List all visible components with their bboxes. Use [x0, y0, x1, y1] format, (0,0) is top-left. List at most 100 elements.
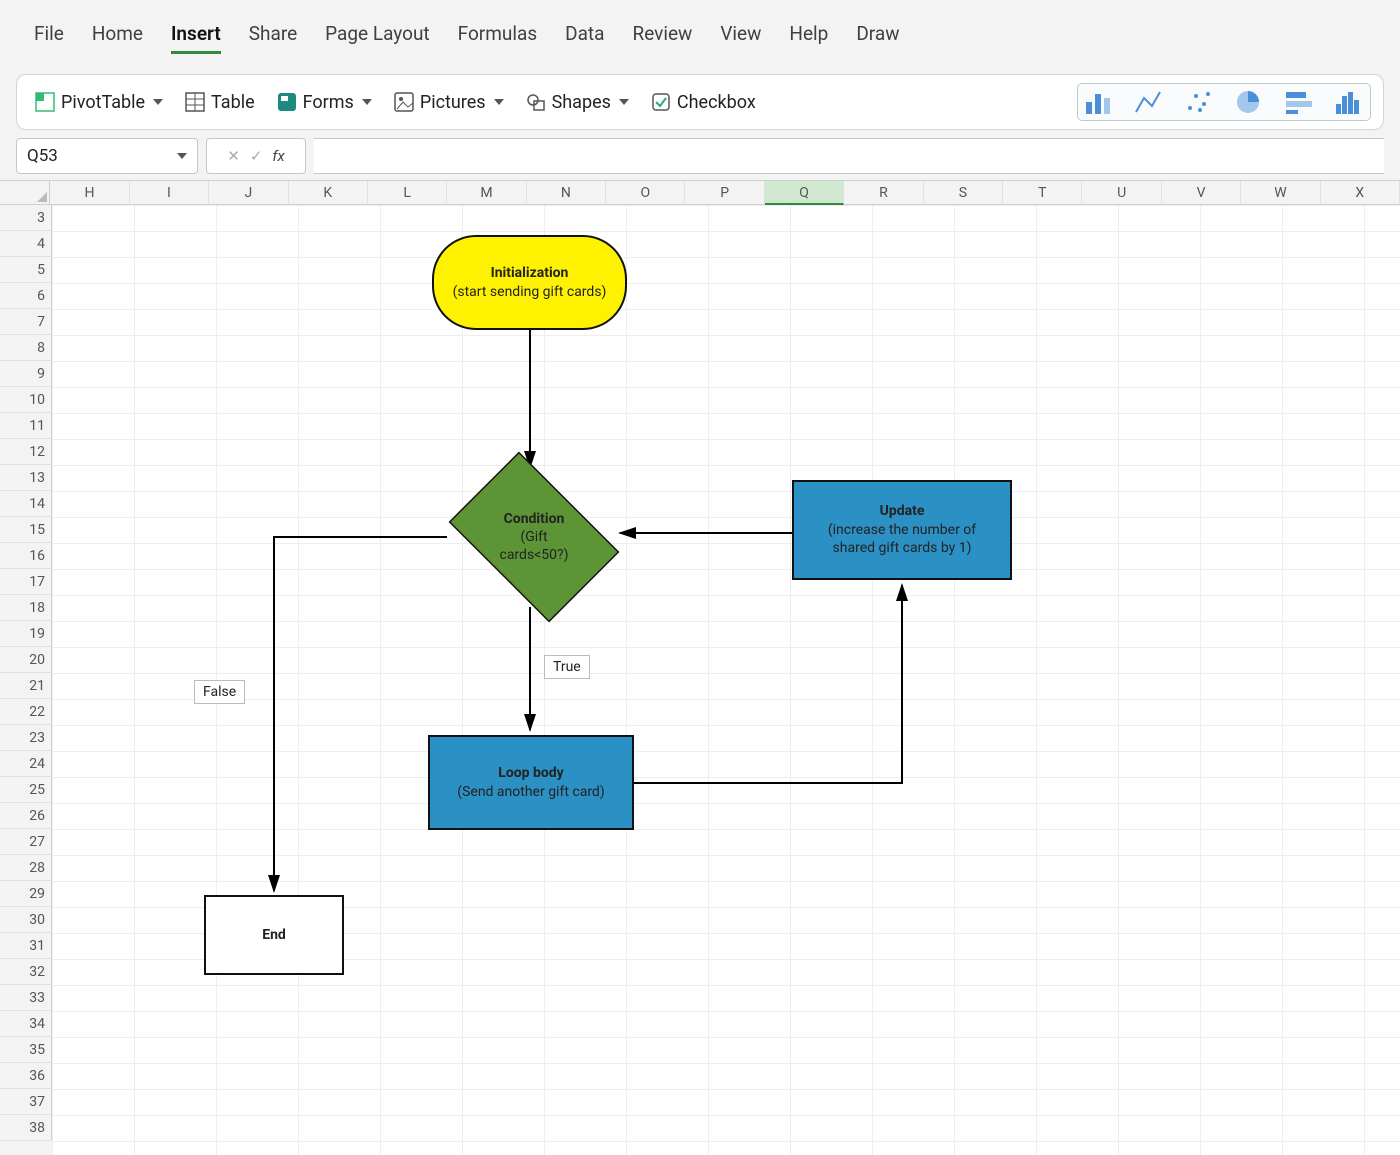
column-header-K[interactable]: K — [289, 181, 368, 205]
row-header-35[interactable]: 35 — [0, 1037, 52, 1063]
column-header-L[interactable]: L — [368, 181, 447, 205]
checkbox-icon — [651, 92, 671, 112]
menu-share[interactable]: Share — [249, 22, 297, 54]
column-header-Q[interactable]: Q — [765, 181, 844, 205]
column-header-H[interactable]: H — [50, 181, 129, 205]
row-header-28[interactable]: 28 — [0, 855, 52, 881]
row-header-21[interactable]: 21 — [0, 673, 52, 699]
menu-file[interactable]: File — [34, 22, 64, 54]
row-header-36[interactable]: 36 — [0, 1063, 52, 1089]
row-header-14[interactable]: 14 — [0, 491, 52, 517]
column-header-W[interactable]: W — [1241, 181, 1320, 205]
row-header-29[interactable]: 29 — [0, 881, 52, 907]
forms-button[interactable]: Forms — [271, 86, 378, 119]
column-header-T[interactable]: T — [1003, 181, 1082, 205]
update-sub1: (increase the number of — [828, 521, 976, 540]
menu-insert[interactable]: Insert — [171, 22, 221, 54]
table-button[interactable]: Table — [179, 86, 261, 119]
name-box[interactable]: Q53 — [16, 138, 198, 174]
row-header-32[interactable]: 32 — [0, 959, 52, 985]
menu-data[interactable]: Data — [565, 22, 604, 54]
row-header-30[interactable]: 30 — [0, 907, 52, 933]
column-header-S[interactable]: S — [924, 181, 1003, 205]
column-header-V[interactable]: V — [1162, 181, 1241, 205]
select-all-corner[interactable] — [0, 181, 50, 205]
row-header-10[interactable]: 10 — [0, 387, 52, 413]
spreadsheet-grid: HIJKLMNOPQRSTUVWX 3456789101112131415161… — [0, 180, 1400, 205]
loop-subtitle: (Send another gift card) — [457, 783, 604, 802]
row-header-12[interactable]: 12 — [0, 439, 52, 465]
row-header-11[interactable]: 11 — [0, 413, 52, 439]
row-header-8[interactable]: 8 — [0, 335, 52, 361]
flowchart-diagram[interactable]: Initialization (start sending gift cards… — [52, 205, 1152, 1155]
column-header-O[interactable]: O — [606, 181, 685, 205]
row-header-15[interactable]: 15 — [0, 517, 52, 543]
row-header-16[interactable]: 16 — [0, 543, 52, 569]
false-label[interactable]: False — [194, 680, 245, 704]
shapes-icon — [526, 92, 546, 112]
update-title: Update — [880, 502, 925, 521]
row-header-25[interactable]: 25 — [0, 777, 52, 803]
cond-sub2: cards<50?) — [499, 546, 568, 564]
true-label[interactable]: True — [544, 655, 590, 679]
flow-loop-body[interactable]: Loop body (Send another gift card) — [428, 735, 634, 830]
accept-icon[interactable]: ✓ — [250, 147, 263, 165]
row-header-37[interactable]: 37 — [0, 1089, 52, 1115]
row-header-3[interactable]: 3 — [0, 205, 52, 231]
row-header-26[interactable]: 26 — [0, 803, 52, 829]
column-headers: HIJKLMNOPQRSTUVWX — [0, 181, 1400, 205]
checkbox-button[interactable]: Checkbox — [645, 86, 762, 119]
cancel-icon[interactable]: ✕ — [227, 147, 240, 165]
row-header-7[interactable]: 7 — [0, 309, 52, 335]
column-chart-icon — [1084, 88, 1114, 116]
column-header-I[interactable]: I — [130, 181, 209, 205]
chevron-down-icon — [362, 99, 372, 105]
pivottable-button[interactable]: PivotTable — [29, 86, 169, 119]
column-header-M[interactable]: M — [447, 181, 526, 205]
row-header-5[interactable]: 5 — [0, 257, 52, 283]
column-header-U[interactable]: U — [1082, 181, 1161, 205]
flow-initialization[interactable]: Initialization (start sending gift cards… — [432, 235, 627, 330]
row-header-22[interactable]: 22 — [0, 699, 52, 725]
row-header-19[interactable]: 19 — [0, 621, 52, 647]
formula-bar: Q53 ✕ ✓ fx — [16, 138, 1384, 174]
column-header-R[interactable]: R — [844, 181, 923, 205]
column-header-P[interactable]: P — [685, 181, 764, 205]
row-header-24[interactable]: 24 — [0, 751, 52, 777]
row-header-13[interactable]: 13 — [0, 465, 52, 491]
column-header-X[interactable]: X — [1321, 181, 1400, 205]
row-header-27[interactable]: 27 — [0, 829, 52, 855]
row-header-9[interactable]: 9 — [0, 361, 52, 387]
fx-label[interactable]: fx — [272, 147, 284, 165]
name-box-value: Q53 — [27, 146, 58, 166]
row-header-38[interactable]: 38 — [0, 1115, 52, 1141]
menu-review[interactable]: Review — [632, 22, 692, 54]
shapes-label: Shapes — [552, 92, 611, 113]
row-header-6[interactable]: 6 — [0, 283, 52, 309]
row-header-4[interactable]: 4 — [0, 231, 52, 257]
pictures-button[interactable]: Pictures — [388, 86, 510, 119]
column-header-J[interactable]: J — [209, 181, 288, 205]
row-header-31[interactable]: 31 — [0, 933, 52, 959]
row-header-20[interactable]: 20 — [0, 647, 52, 673]
row-header-18[interactable]: 18 — [0, 595, 52, 621]
formula-controls: ✕ ✓ fx — [206, 138, 306, 174]
histogram-icon — [1334, 88, 1364, 116]
menu-page-layout[interactable]: Page Layout — [325, 22, 429, 54]
row-header-34[interactable]: 34 — [0, 1011, 52, 1037]
shapes-button[interactable]: Shapes — [520, 86, 635, 119]
menu-view[interactable]: View — [720, 22, 761, 54]
charts-gallery[interactable] — [1077, 83, 1371, 121]
menu-formulas[interactable]: Formulas — [458, 22, 537, 54]
menu-draw[interactable]: Draw — [856, 22, 899, 54]
column-header-N[interactable]: N — [527, 181, 606, 205]
menu-home[interactable]: Home — [92, 22, 143, 54]
flow-condition[interactable]: Condition (Gift cards<50?) — [434, 467, 634, 607]
flow-update[interactable]: Update (increase the number of shared gi… — [792, 480, 1012, 580]
menu-help[interactable]: Help — [789, 22, 828, 54]
row-header-17[interactable]: 17 — [0, 569, 52, 595]
formula-input[interactable] — [314, 138, 1384, 174]
flow-end[interactable]: End — [204, 895, 344, 975]
row-header-33[interactable]: 33 — [0, 985, 52, 1011]
row-header-23[interactable]: 23 — [0, 725, 52, 751]
